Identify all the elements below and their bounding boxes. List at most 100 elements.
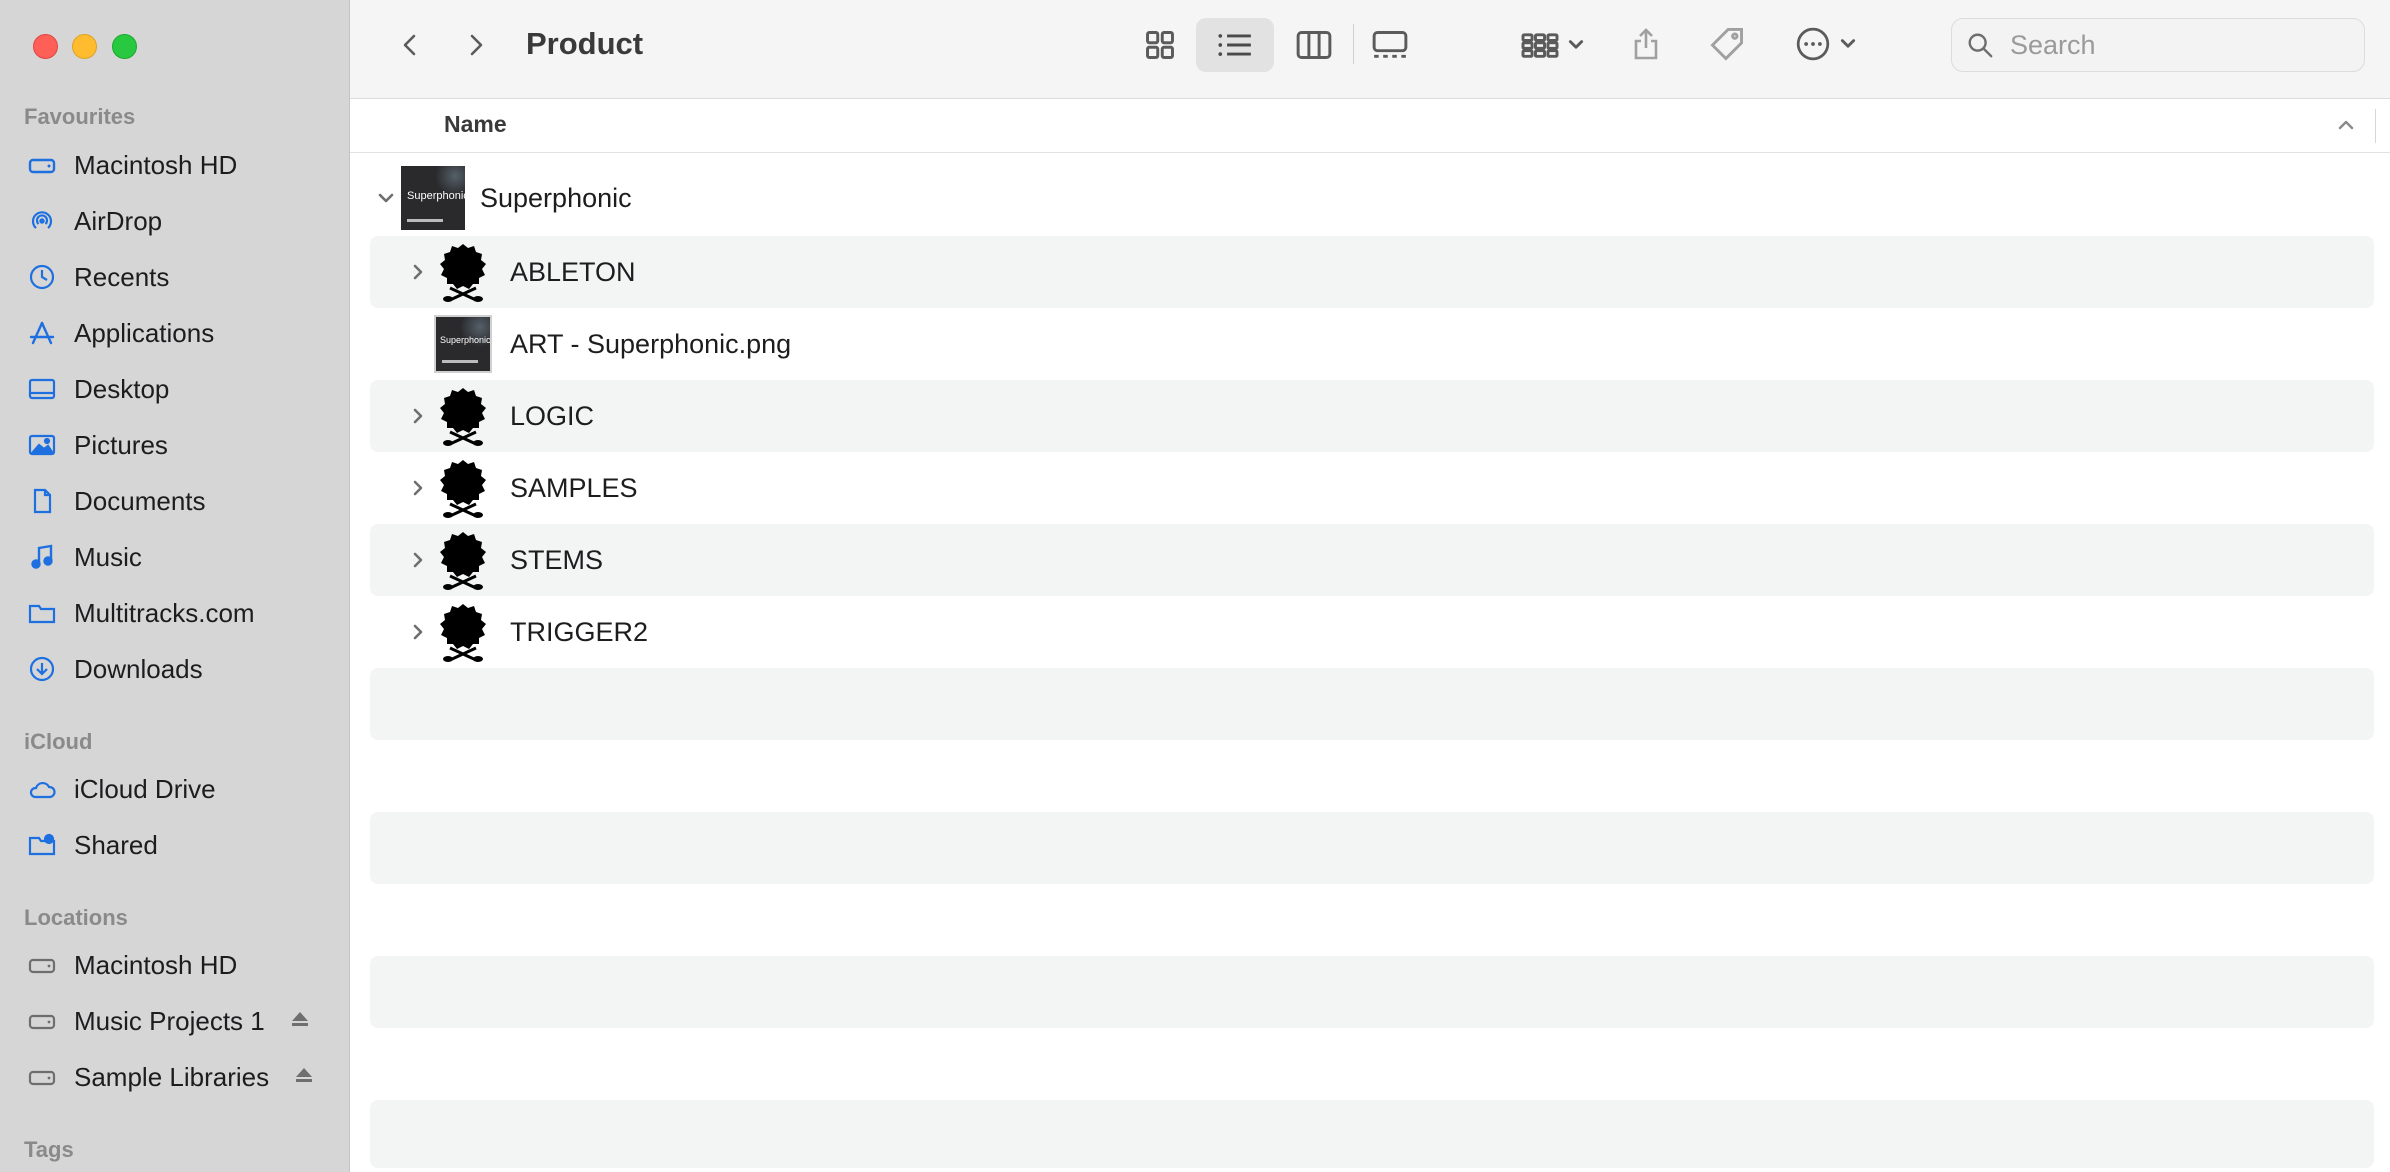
icon-view-button[interactable] [1136,20,1184,70]
chevron-right-icon[interactable] [406,260,430,284]
tag-button[interactable] [1704,18,1750,70]
group-by-button[interactable] [1510,20,1594,70]
sidebar-item-label: Desktop [74,373,170,404]
group-grid-icon [1521,33,1559,58]
gallery-icon [1372,31,1408,58]
airdrop-icon [26,205,58,237]
sidebar-item-label: Downloads [74,653,203,684]
chevron-down-icon [1568,40,1584,49]
sidebar-heading-favourites: Favourites [24,104,136,129]
minimize-window-button[interactable] [72,34,97,59]
chevron-right-icon[interactable] [406,476,430,500]
custom-folder-icon [438,530,488,590]
zoom-window-button[interactable] [112,34,137,59]
name-column-header[interactable]: Name [444,111,507,138]
list-icon [1218,34,1251,56]
toolbar-divider [1353,24,1354,64]
table-row[interactable]: TRIGGER2 [370,596,2374,668]
sidebar-item-documents[interactable]: Documents [26,479,326,523]
action-menu-button[interactable] [1788,18,1864,70]
sidebar-item-shared[interactable]: Shared [26,823,326,867]
sidebar-item-label: Sample Libraries [74,1061,270,1092]
sidebar-item-macintosh-hd[interactable]: Macintosh HD [26,143,326,187]
chevron-right-icon[interactable] [406,548,430,572]
file-name: STEMS [510,544,604,575]
empty-row [370,1100,2374,1168]
table-row[interactable]: STEMS [370,524,2374,596]
grid-icon [1146,31,1174,59]
chevron-down-icon[interactable] [374,186,398,210]
cover-art-text: Superphonic [440,335,491,345]
chevron-right-icon [470,34,483,56]
search-icon [1968,33,1993,58]
sidebar-item-downloads[interactable]: Downloads [26,647,326,691]
table-row[interactable]: ABLETON [370,236,2374,308]
sidebar: Favourites Macintosh HD AirDrop Recents … [0,0,350,1172]
folder-icon [26,597,58,629]
search-input[interactable] [2008,28,2342,62]
sidebar-item-multitracks[interactable]: Multitracks.com [26,591,326,635]
sidebar-heading-tags: Tags [24,1137,74,1162]
close-window-button[interactable] [33,34,58,59]
sidebar-item-applications[interactable]: Applications [26,311,326,355]
sidebar-item-label: Multitracks.com [74,597,255,628]
photo-icon [26,429,58,461]
sidebar-item-sample-libraries[interactable]: Sample Libraries [26,1055,326,1099]
album-cover-icon: Superphonic [401,166,465,230]
applications-icon [26,317,58,349]
sidebar-item-icloud-drive[interactable]: iCloud Drive [26,767,326,811]
eject-icon[interactable] [293,1062,315,1093]
chevron-right-icon[interactable] [406,404,430,428]
sidebar-item-label: Macintosh HD [74,949,238,980]
sidebar-item-label: Pictures [74,429,168,460]
file-list: Superphonic Superphonic ABLETON Superpho… [350,152,2390,1172]
clock-icon [26,261,58,293]
sidebar-item-label: Shared [74,829,158,860]
table-row[interactable]: SAMPLES [370,452,2374,524]
hard-drive-icon [26,949,58,981]
music-note-icon [26,541,58,573]
shared-folder-icon [26,829,58,861]
column-view-button[interactable] [1288,20,1340,70]
share-icon [1634,28,1658,60]
back-button[interactable] [390,24,430,66]
file-name: ABLETON [510,256,636,287]
sidebar-item-recents[interactable]: Recents [26,255,326,299]
file-name: LOGIC [510,400,595,431]
sidebar-heading-locations: Locations [24,905,128,930]
column-header: Name [350,99,2390,153]
eject-icon[interactable] [289,1006,311,1037]
list-view-button[interactable] [1196,18,1274,72]
sidebar-item-label: AirDrop [74,205,163,236]
custom-folder-icon [438,602,488,662]
gallery-view-button[interactable] [1364,20,1416,70]
window-title: Product [526,26,644,61]
tag-icon [1710,28,1743,61]
sort-ascending-icon[interactable] [2336,115,2356,140]
table-row[interactable]: LOGIC [370,380,2374,452]
finder-window: Favourites Macintosh HD AirDrop Recents … [0,0,2390,1172]
hard-drive-icon [26,149,58,181]
custom-folder-icon [438,386,488,446]
sidebar-item-label: Macintosh HD [74,149,238,180]
file-name: SAMPLES [510,472,638,503]
table-row[interactable]: Superphonic ART - Superphonic.png [370,308,2374,380]
sidebar-item-desktop[interactable]: Desktop [26,367,326,411]
chevron-right-icon[interactable] [406,620,430,644]
file-name: Superphonic [480,182,632,213]
cover-art-text: Superphonic [407,190,465,202]
custom-folder-icon [438,458,488,518]
custom-folder-icon [438,242,488,302]
share-button[interactable] [1626,18,1666,70]
forward-button[interactable] [456,24,496,66]
sidebar-item-location-macintosh-hd[interactable]: Macintosh HD [26,943,326,987]
sidebar-item-music-projects-1[interactable]: Music Projects 1 [26,999,326,1043]
more-icon [1796,27,1830,61]
chevron-down-icon [1840,39,1856,48]
sidebar-item-pictures[interactable]: Pictures [26,423,326,467]
search-field[interactable] [1951,18,2365,72]
sidebar-item-music[interactable]: Music [26,535,326,579]
empty-row [370,956,2374,1028]
table-row[interactable]: Superphonic Superphonic [370,162,2374,234]
sidebar-item-airdrop[interactable]: AirDrop [26,199,326,243]
